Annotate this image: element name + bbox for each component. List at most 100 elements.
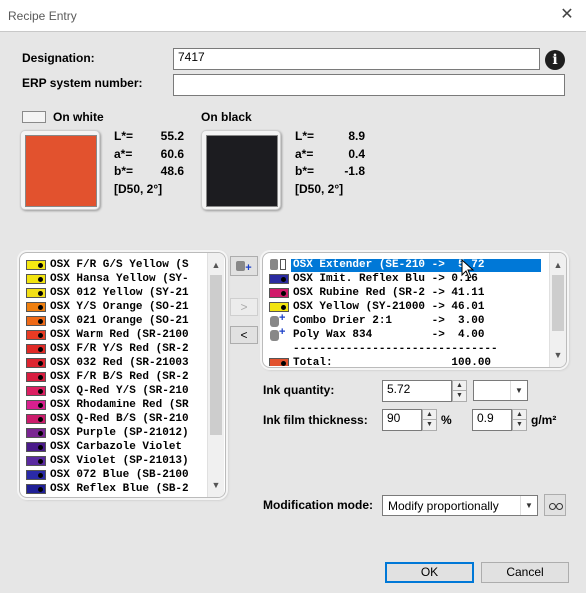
- ink-list-item-label: OSX 072 Blue (SB-2100: [50, 469, 189, 481]
- ink-film-thickness-label: Ink film thickness:: [263, 413, 368, 427]
- link-options-button[interactable]: [544, 494, 566, 516]
- ink-quantity-unit-select[interactable]: ▼: [473, 380, 528, 401]
- ink-quantity-label: Ink quantity:: [263, 383, 335, 397]
- window-title: Recipe Entry: [8, 9, 77, 23]
- mouse-cursor-icon: [461, 259, 475, 279]
- recipe-row-label: Poly Wax 834 -> 4.00: [293, 329, 485, 341]
- ink-list-item-label: OSX Y/S Orange (SO-21: [50, 301, 189, 313]
- erp-field[interactable]: [173, 74, 565, 96]
- recipe-row-label: OSX Imit. Reflex Blu -> 0.16: [293, 273, 478, 285]
- ink-color-chip: [26, 484, 46, 494]
- on-black-label: On black: [201, 110, 252, 124]
- on-white-swatch: [25, 135, 97, 207]
- ink-color-chip: [269, 358, 289, 366]
- recipe-row[interactable]: Total: 100.00: [269, 356, 544, 366]
- chevron-down-icon: ▼: [510, 381, 527, 400]
- ink-color-chip: [26, 344, 46, 354]
- title-bar: Recipe Entry ✕: [0, 0, 586, 32]
- ink-color-chip: [26, 372, 46, 382]
- on-white-l: 55.2: [160, 129, 184, 143]
- recipe-row[interactable]: + Combo Drier 2:1 -> 3.00: [269, 312, 544, 328]
- ink-color-chip: [269, 288, 289, 298]
- percent-unit: %: [441, 413, 452, 427]
- chevron-down-icon: ▼: [520, 496, 537, 515]
- gsm-unit: g/m²: [531, 413, 557, 427]
- scrollbar-thumb[interactable]: [210, 275, 222, 435]
- film-gsm-spinner[interactable]: ▲ ▼: [512, 409, 527, 431]
- recipe-row[interactable]: OSX Imit. Reflex Blu -> 0.16: [269, 272, 544, 286]
- ink-list-item-label: OSX F/R G/S Yellow (S: [50, 259, 189, 271]
- ok-button[interactable]: OK: [385, 562, 474, 583]
- on-white-label: On white: [53, 110, 104, 124]
- on-black-b: -1.8: [344, 164, 365, 178]
- additive-icon: +: [269, 326, 289, 341]
- info-icon[interactable]: i: [545, 50, 565, 70]
- erp-label: ERP system number:: [22, 76, 143, 90]
- on-white-lab-values: L*= 55.2 a*= 60.6 b*= 48.6 [D50, 2°]: [114, 128, 184, 198]
- ink-list-item-label: OSX Hansa Yellow (SY-: [50, 273, 189, 285]
- film-percent-field[interactable]: 90: [382, 409, 422, 431]
- film-percent-spinner[interactable]: ▲ ▼: [422, 409, 437, 431]
- scroll-up-icon[interactable]: ▲: [208, 257, 224, 273]
- ink-color-chip: [26, 414, 46, 424]
- scroll-up-icon[interactable]: ▲: [550, 257, 566, 273]
- link-icon: [549, 503, 556, 510]
- recipe-row[interactable]: OSX Rubine Red (SR-2 -> 41.11: [269, 286, 544, 300]
- on-black-a: 0.4: [348, 146, 365, 161]
- recipe-scrollbar[interactable]: ▲ ▼: [549, 253, 566, 367]
- white-background-chip: [22, 111, 46, 123]
- recipe-row[interactable]: + Poly Wax 834 -> 4.00: [269, 326, 544, 342]
- ink-list-item-label: OSX F/R Y/S Red (SR-2: [50, 343, 189, 355]
- film-gsm-field[interactable]: 0.9: [472, 409, 512, 431]
- ink-color-chip: [26, 386, 46, 396]
- ink-quantity-field[interactable]: 5.72: [382, 380, 452, 402]
- designation-label: Designation:: [22, 51, 95, 65]
- b-key: b*=: [295, 164, 315, 178]
- available-inks-list[interactable]: OSX F/R G/S Yellow (S OSX Hansa Yellow (S…: [19, 252, 226, 498]
- ink-color-chip: [26, 330, 46, 340]
- drum-icon: [236, 261, 246, 271]
- ink-list-item-label: OSX Purple (SP-21012): [50, 427, 189, 439]
- on-white-a: 60.6: [160, 146, 184, 161]
- ink-color-chip: [26, 428, 46, 438]
- scroll-down-icon[interactable]: ▼: [208, 477, 224, 493]
- ink-color-chip: [26, 470, 46, 480]
- ink-list-item-label: OSX Reflex Blue (SB-2: [50, 483, 189, 494]
- on-white-b: 48.6: [160, 164, 184, 178]
- ink-list-item-label: OSX 012 Yellow (SY-21: [50, 287, 189, 299]
- ink-list-item-label: OSX Q-Red Y/S (SR-210: [50, 385, 189, 397]
- ink-color-chip: [26, 316, 46, 326]
- recipe-row-selected[interactable]: OSX Extender (SE-210 -> 5.72: [269, 258, 544, 272]
- l-key: L*=: [114, 129, 134, 143]
- add-additive-button[interactable]: +: [230, 256, 258, 276]
- recipe-row[interactable]: -------------------------------: [269, 342, 544, 356]
- recipe-row[interactable]: OSX Yellow (SY-21000 -> 46.01: [269, 300, 544, 314]
- ink-color-chip: [26, 400, 46, 410]
- recipe-row-label: -------------------------------: [293, 343, 498, 355]
- recipe-row-label: Combo Drier 2:1 -> 3.00: [293, 315, 485, 327]
- recipe-row-label: Total: 100.00: [293, 357, 492, 366]
- ink-color-chip: [26, 288, 46, 298]
- modification-mode-value: Modify proportionally: [388, 499, 499, 513]
- recipe-list[interactable]: OSX Extender (SE-210 -> 5.72 OSX Imit. Re…: [262, 252, 567, 368]
- scrollbar-thumb[interactable]: [552, 275, 564, 331]
- ink-quantity-spinner[interactable]: ▲ ▼: [452, 380, 467, 402]
- scroll-down-icon[interactable]: ▼: [550, 347, 566, 363]
- cancel-button[interactable]: Cancel: [481, 562, 569, 583]
- ink-color-chip: [26, 442, 46, 452]
- move-left-button[interactable]: <: [230, 326, 258, 344]
- on-black-swatch-frame: [201, 130, 281, 210]
- designation-field[interactable]: 7417: [173, 48, 540, 70]
- move-right-button[interactable]: >: [230, 298, 258, 316]
- modification-mode-select[interactable]: Modify proportionally ▼: [382, 495, 538, 516]
- ink-list-item-label: OSX Q-Red B/S (SR-210: [50, 413, 189, 425]
- ink-color-chip: [26, 456, 46, 466]
- close-icon[interactable]: ✕: [557, 5, 577, 25]
- ink-color-chip: [26, 302, 46, 312]
- l-key: L*=: [295, 129, 315, 143]
- recipe-row-label: OSX Rubine Red (SR-2 -> 41.11: [293, 287, 485, 299]
- on-black-l: 8.9: [348, 129, 365, 143]
- ink-color-chip: [26, 260, 46, 270]
- recipe-row-label: OSX Extender (SE-210 -> 5.72: [293, 259, 485, 271]
- inks-scrollbar[interactable]: ▲ ▼: [207, 253, 224, 497]
